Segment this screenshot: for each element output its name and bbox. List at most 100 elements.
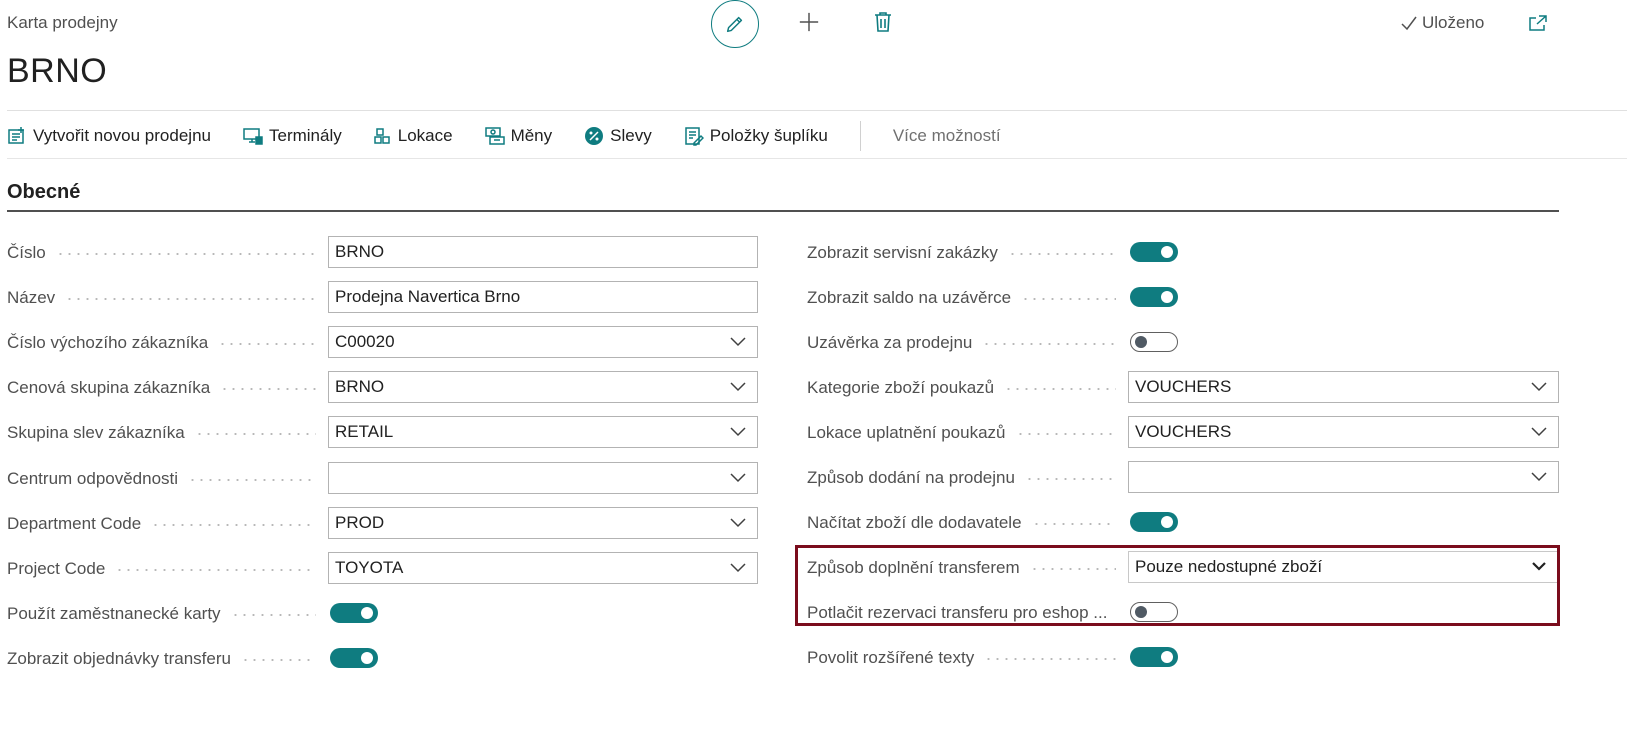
discount-icon	[585, 127, 604, 145]
dropdown-toggle[interactable]	[1526, 427, 1552, 437]
field-label: Způsob dodání na prodejnu	[807, 468, 1015, 487]
leader-dots	[195, 433, 316, 436]
plus-icon	[799, 12, 819, 32]
location-icon	[373, 128, 390, 144]
select-field[interactable]: TOYOTA	[328, 551, 758, 584]
toggle-switch[interactable]	[330, 647, 378, 668]
new-store-icon	[8, 127, 24, 144]
select-field[interactable]: C00020	[328, 326, 758, 359]
action-currencies[interactable]: Měny	[484, 126, 553, 146]
toggle-switch[interactable]	[1130, 287, 1178, 307]
chevron-down-icon	[730, 518, 746, 527]
action-discounts[interactable]: Slevy	[584, 126, 652, 146]
field-value: VOUCHERS	[1135, 377, 1232, 396]
action-label: Měny	[510, 126, 553, 145]
leader-dots	[218, 343, 316, 346]
toggle-switch[interactable]	[1130, 332, 1178, 352]
select-field[interactable]: PROD	[328, 506, 758, 539]
popout-icon	[1529, 15, 1547, 31]
dropdown-toggle[interactable]	[725, 472, 751, 483]
action-label: Položky šuplíku	[709, 126, 828, 145]
toggle-knob	[1161, 516, 1173, 528]
delete-button[interactable]	[869, 8, 897, 36]
divider	[7, 110, 1627, 111]
field-row-zobrazit-servisni-zakazky: Zobrazit servisní zakázky	[807, 236, 1559, 270]
field-row-cislo-vychoziho-zakaznika: Číslo výchozího zákazníka C00020	[7, 326, 759, 360]
toggle-switch[interactable]	[330, 602, 378, 623]
leader-dots	[1008, 253, 1116, 255]
field-row-zobrazit-saldo-na-uzaverce: Zobrazit saldo na uzávěrce	[807, 281, 1559, 315]
divider	[7, 158, 1627, 159]
toggle-switch[interactable]	[1130, 647, 1178, 667]
field-row-cenova-skupina-zakaznika: Cenová skupina zákazníka BRNO	[7, 371, 759, 405]
action-separator	[859, 121, 861, 151]
page-caption: Karta prodejny	[7, 13, 118, 32]
new-button[interactable]	[795, 8, 823, 36]
chevron-down-icon	[730, 337, 746, 347]
dropdown-toggle[interactable]	[725, 382, 751, 392]
chevron-down-icon	[730, 563, 746, 572]
more-options-button[interactable]: Více možností	[893, 126, 1001, 146]
select-field[interactable]: VOUCHERS	[1128, 416, 1559, 448]
field-row-centrum-odpovednosti: Centrum odpovědnosti	[7, 461, 759, 496]
leader-dots	[1016, 433, 1116, 435]
field-row-pouzit-zamestnanecke-karty: Použít zaměstnanecké karty	[7, 597, 759, 631]
page-title: BRNO	[7, 52, 108, 90]
dropdown-toggle[interactable]	[725, 337, 751, 347]
select-field[interactable]: RETAIL	[328, 416, 758, 449]
field-label: Project Code	[7, 558, 106, 578]
action-drawer-items[interactable]: Položky šuplíku	[684, 126, 828, 146]
drawer-items-icon	[684, 127, 704, 146]
chevron-down-icon	[730, 382, 746, 392]
select-field[interactable]	[1128, 461, 1559, 493]
field-label: Povolit rozšířené texty	[807, 648, 975, 667]
toggle-knob	[361, 651, 373, 664]
field-label: Kategorie zboží poukazů	[807, 378, 995, 397]
leader-dots	[241, 658, 316, 661]
field-row-lokace-uplatneni-poukazu: Lokace uplatnění poukazů VOUCHERS	[807, 416, 1559, 450]
field-row-project-code: Project Code TOYOTA	[7, 551, 759, 586]
toggle-switch[interactable]	[1130, 512, 1178, 532]
field-value: BRNO	[335, 377, 385, 397]
leader-dots	[1004, 388, 1116, 390]
leader-dots	[220, 388, 316, 391]
field-row-nazev: Název Prodejna Navertica Brno	[7, 281, 759, 315]
leader-dots	[984, 658, 1116, 660]
open-in-new-window-button[interactable]	[1525, 10, 1551, 36]
action-locations[interactable]: Lokace	[373, 126, 453, 146]
dropdown-toggle[interactable]	[725, 427, 751, 437]
select-field[interactable]: BRNO	[328, 371, 758, 404]
select-field[interactable]: VOUCHERS	[1128, 371, 1559, 403]
leader-dots	[231, 613, 316, 616]
field-label: Číslo výchozího zákazníka	[7, 333, 209, 353]
field-label: Skupina slev zákazníka	[7, 423, 185, 443]
more-options-label: Více možností	[892, 126, 1001, 145]
field-value: PROD	[335, 512, 385, 532]
action-label: Lokace	[397, 126, 453, 145]
terminal-icon	[243, 128, 263, 145]
select-field[interactable]	[328, 461, 758, 494]
action-bar: Vytvořit novou prodejnu Terminály Lokace…	[7, 118, 1033, 154]
field-label: Department Code	[7, 513, 142, 533]
edit-button[interactable]	[711, 0, 759, 48]
toggle-knob	[1135, 336, 1147, 348]
field-value: VOUCHERS	[1135, 422, 1232, 441]
field-row-cislo: Číslo BRNO	[7, 236, 759, 270]
action-label: Vytvořit novou prodejnu	[33, 126, 211, 145]
text-field[interactable]: BRNO	[328, 236, 758, 268]
dropdown-toggle[interactable]	[725, 563, 751, 573]
toggle-switch[interactable]	[1130, 242, 1178, 262]
leader-dots	[115, 568, 316, 571]
leader-dots	[56, 253, 316, 255]
toggle-knob	[1161, 246, 1173, 258]
save-status-label: Uloženo	[1422, 13, 1485, 32]
field-label: Centrum odpovědnosti	[7, 468, 179, 488]
action-new-store[interactable]: Vytvořit novou prodejnu	[7, 126, 211, 146]
text-field[interactable]: Prodejna Navertica Brno	[328, 281, 758, 314]
dropdown-toggle[interactable]	[1526, 382, 1552, 392]
action-terminals[interactable]: Terminály	[243, 126, 342, 146]
dropdown-toggle[interactable]	[725, 518, 751, 528]
dropdown-toggle[interactable]	[1526, 472, 1552, 482]
field-label: Zobrazit servisní zakázky	[807, 243, 998, 262]
field-label: Cenová skupina zákazníka	[7, 378, 211, 398]
